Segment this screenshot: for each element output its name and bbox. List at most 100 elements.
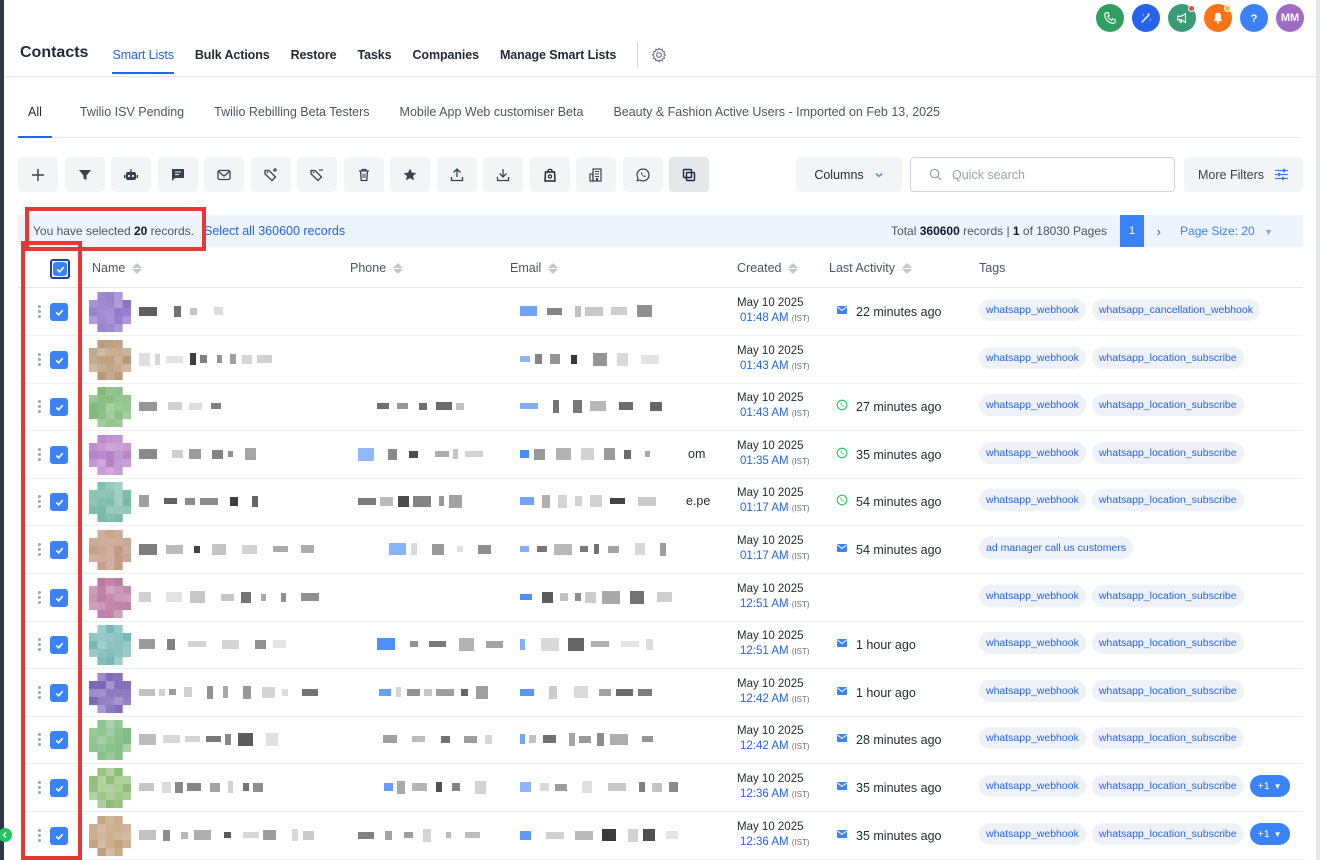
tag-chip[interactable]: ad manager call us customers — [979, 537, 1134, 559]
redacted-text — [139, 447, 267, 461]
tag-chip[interactable]: whatsapp_location_subscribe — [1091, 680, 1244, 702]
tag-chip[interactable]: whatsapp_location_subscribe — [1091, 394, 1244, 416]
review-request-button[interactable] — [390, 157, 430, 192]
tag-chip[interactable]: whatsapp_webhook — [979, 442, 1086, 464]
tab-companies[interactable]: Companies — [412, 38, 479, 74]
tag-chip[interactable]: whatsapp_webhook — [979, 775, 1086, 797]
help-icon[interactable]: ? — [1240, 4, 1268, 32]
megaphone-icon[interactable] — [1168, 4, 1196, 32]
tag-chip[interactable]: whatsapp_webhook — [979, 680, 1086, 702]
remove-tag-button[interactable] — [297, 157, 337, 192]
bell-icon[interactable] — [1204, 4, 1232, 32]
tag-chip[interactable]: whatsapp_webhook — [979, 299, 1086, 321]
list-tab-twilio-isv[interactable]: Twilio ISV Pending — [78, 96, 186, 137]
table-row[interactable]: May 10 2025 12:42 AM (IST) 28 minutes ago w… — [18, 716, 1303, 764]
collapse-sidebar-icon[interactable] — [0, 828, 12, 842]
redacted-text — [139, 399, 231, 413]
phone-icon[interactable] — [1096, 4, 1124, 32]
tag-chip[interactable]: whatsapp_location_subscribe — [1091, 632, 1244, 654]
table-row[interactable]: om May 10 2025 01:35 AM (IST) 35 minutes ag… — [18, 431, 1303, 479]
tag-chip[interactable]: whatsapp_location_subscribe — [1091, 585, 1244, 607]
redacted-text — [139, 732, 289, 746]
table-row[interactable]: May 10 2025 12:51 AM (IST) whatsapp_webhoo… — [18, 574, 1303, 622]
table-row[interactable]: May 10 2025 01:43 AM (IST) 27 minutes ago w… — [18, 383, 1303, 431]
import-button[interactable] — [483, 157, 523, 192]
trash-icon — [358, 168, 369, 181]
tag-chip[interactable]: whatsapp_webhook — [979, 489, 1086, 511]
sort-icon — [902, 262, 912, 274]
select-all-link[interactable]: Select all 360600 records — [204, 224, 345, 238]
redacted-text — [358, 447, 491, 461]
delete-button[interactable] — [343, 157, 384, 192]
tag-chip[interactable]: whatsapp_webhook — [979, 585, 1086, 607]
tag-chip[interactable]: whatsapp_webhook — [979, 632, 1086, 654]
export-button[interactable] — [436, 157, 477, 192]
gear-icon[interactable] — [650, 46, 668, 64]
user-avatar[interactable]: MM — [1276, 4, 1304, 32]
tab-bulk-actions[interactable]: Bulk Actions — [195, 38, 270, 74]
page-size-dropdown[interactable]: Page Size: 20 ▼ — [1180, 224, 1273, 238]
tag-chip[interactable]: whatsapp_location_subscribe — [1091, 442, 1244, 464]
tag-chip[interactable]: whatsapp_location_subscribe — [1091, 727, 1244, 749]
company-button[interactable] — [576, 157, 616, 192]
scrollbar[interactable] — [1316, 0, 1320, 860]
table-row[interactable]: May 10 2025 12:36 AM (IST) 35 minutes ago w… — [18, 764, 1303, 812]
next-page-icon[interactable]: › — [1157, 224, 1161, 239]
tag-chip[interactable]: whatsapp_location_subscribe — [1091, 775, 1244, 797]
tag-plus-icon — [263, 167, 277, 181]
table-row[interactable]: e.pe May 10 2025 01:17 AM (IST) 54 minutes … — [18, 478, 1303, 526]
mail-icon — [217, 169, 231, 180]
column-header-phone[interactable]: Phone — [350, 261, 404, 275]
search-input[interactable] — [952, 167, 1152, 182]
avatar — [89, 816, 131, 856]
list-tab-twilio-rebilling[interactable]: Twilio Rebilling Beta Testers — [212, 96, 371, 137]
add-tag-button[interactable] — [250, 157, 291, 192]
add-to-campaign-button[interactable] — [529, 157, 570, 192]
tag-chip[interactable]: whatsapp_webhook — [979, 823, 1086, 845]
page-button-current[interactable]: 1 — [1120, 215, 1144, 247]
whatsapp-icon — [836, 447, 848, 462]
tab-smart-lists[interactable]: Smart Lists — [112, 38, 174, 74]
tab-tasks[interactable]: Tasks — [357, 38, 391, 74]
tag-chip[interactable]: whatsapp_webhook — [979, 394, 1086, 416]
table-row[interactable]: May 10 2025 12:42 AM (IST) 1 hour ago whats… — [18, 669, 1303, 717]
table-row[interactable]: May 10 2025 12:36 AM (IST) 35 minutes ago w… — [18, 812, 1303, 860]
whatsapp-button[interactable] — [622, 157, 663, 192]
table-row[interactable]: May 10 2025 01:48 AM (IST) 22 minutes ago w… — [18, 288, 1303, 336]
column-header-last-activity[interactable]: Last Activity — [829, 261, 912, 275]
column-header-email[interactable]: Email — [510, 261, 559, 275]
tag-chip[interactable]: whatsapp_location_subscribe — [1091, 489, 1244, 511]
more-filters-button[interactable]: More Filters — [1184, 157, 1303, 192]
last-activity: 35 minutes ago — [836, 780, 941, 795]
list-tab-all[interactable]: All — [18, 96, 52, 138]
add-contact-button[interactable] — [18, 157, 58, 192]
filter-button[interactable] — [64, 157, 105, 192]
email-button[interactable] — [204, 157, 244, 192]
magic-wand-icon[interactable] — [1132, 4, 1160, 32]
tag-chip[interactable]: whatsapp_webhook — [979, 727, 1086, 749]
tag-chip[interactable]: whatsapp_cancellation_webhook — [1091, 299, 1260, 321]
sms-button[interactable] — [157, 157, 198, 192]
table-row[interactable]: May 10 2025 12:51 AM (IST) 1 hour ago whats… — [18, 621, 1303, 669]
download-icon — [496, 168, 510, 181]
tag-list: whatsapp_webhook whatsapp_location_subscr… — [979, 680, 1244, 702]
tab-restore[interactable]: Restore — [291, 38, 337, 74]
column-header-name[interactable]: Name — [92, 261, 143, 275]
list-tab-mobile-app[interactable]: Mobile App Web customiser Beta — [398, 96, 586, 137]
table-row[interactable]: May 10 2025 01:43 AM (IST) whatsapp_webhoo… — [18, 336, 1303, 384]
tab-manage-smart-lists[interactable]: Manage Smart Lists — [500, 38, 616, 74]
tag-chip[interactable]: whatsapp_webhook — [979, 347, 1086, 369]
list-tab-beauty-fashion[interactable]: Beauty & Fashion Active Users - Imported… — [611, 96, 942, 137]
redacted-text — [520, 590, 673, 604]
workflow-button[interactable] — [111, 157, 151, 192]
avatar — [89, 720, 131, 760]
more-tags-button[interactable]: +1 ▼ — [1249, 823, 1290, 845]
table-row[interactable]: May 10 2025 01:17 AM (IST) 54 minutes ago a… — [18, 526, 1303, 574]
merge-button[interactable] — [669, 157, 709, 192]
columns-dropdown[interactable]: Columns — [796, 157, 902, 192]
quick-search[interactable] — [910, 157, 1175, 192]
tag-chip[interactable]: whatsapp_location_subscribe — [1091, 347, 1244, 369]
more-tags-button[interactable]: +1 ▼ — [1249, 775, 1290, 797]
tag-chip[interactable]: whatsapp_location_subscribe — [1091, 823, 1244, 845]
column-header-created[interactable]: Created — [737, 261, 799, 275]
